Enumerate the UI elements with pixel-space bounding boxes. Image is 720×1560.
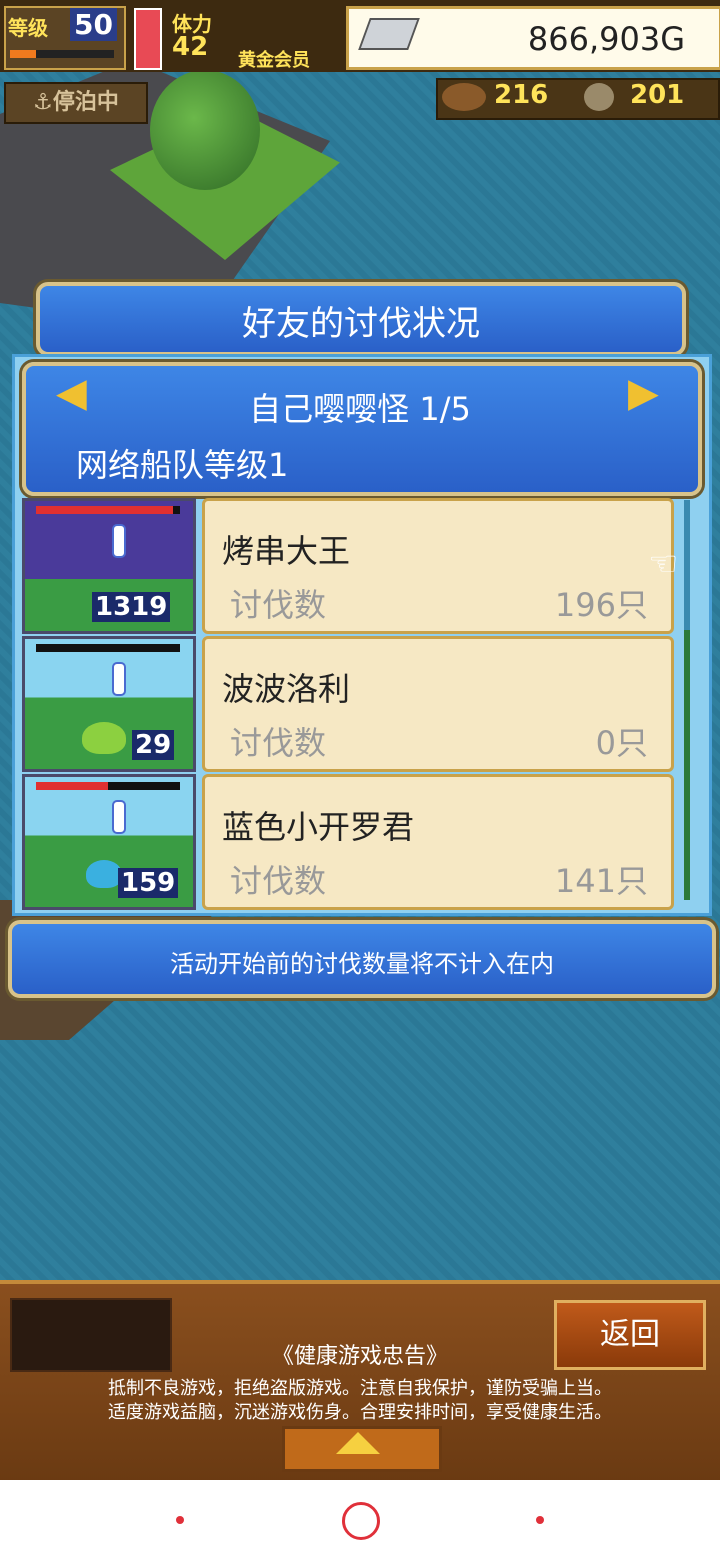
tree: [150, 70, 260, 190]
hp-bar: [36, 644, 180, 652]
friend-name: 烤串大王: [222, 532, 351, 570]
health-notice-line: 抵制不良游戏，拒绝盗版游戏。注意自我保护，谨防受骗上当。: [108, 1378, 612, 1399]
dialog-title: 好友的讨伐状况: [242, 304, 480, 344]
hp-bar-fill: [36, 782, 108, 790]
level-progress-fill: [10, 50, 36, 58]
medal-icon: [584, 83, 614, 111]
slime-sprite: [82, 722, 126, 754]
alert-icon: [112, 662, 126, 696]
scrollbar-thumb[interactable]: [684, 630, 690, 900]
monster-name: 自己嘤嘤怪 1/5: [249, 390, 471, 428]
medal-count: 201: [630, 80, 685, 110]
kill-badge: 159: [118, 868, 179, 898]
dock-status-badge[interactable]: ⚓停泊中: [4, 82, 148, 124]
pointing-hand-icon: ☜: [648, 544, 679, 584]
kill-label: 讨伐数: [230, 862, 327, 900]
kill-badge: 29: [132, 730, 175, 760]
up-arrow-icon: [336, 1432, 380, 1454]
friend-name: 蓝色小开罗君: [222, 808, 415, 846]
nav-menu-button[interactable]: [176, 1516, 184, 1524]
alert-icon: [112, 800, 126, 834]
fleet-level: 网络船队等级1: [76, 446, 289, 484]
kill-count: 0只: [595, 724, 648, 762]
kill-label: 讨伐数: [230, 724, 327, 762]
kill-badge: 1319: [92, 592, 171, 622]
member-badge: 黄金会员: [238, 50, 310, 71]
kill-count: 196只: [554, 586, 648, 624]
hp-bar-fill: [36, 506, 173, 514]
nav-back-button[interactable]: [536, 1516, 544, 1524]
gold-amount: 866,903G: [527, 20, 685, 58]
stamina-value: 42: [172, 32, 209, 62]
level-label: 等级: [8, 16, 48, 40]
prev-arrow-icon[interactable]: ◀: [56, 370, 87, 416]
nav-home-button[interactable]: [342, 1502, 380, 1540]
kill-count: 141只: [554, 862, 648, 900]
stamina-gauge: [134, 8, 162, 70]
note-text: 活动开始前的讨伐数量将不计入在内: [170, 950, 554, 978]
friend-name: 波波洛利: [222, 670, 351, 708]
alert-icon: [112, 524, 126, 558]
kill-label: 讨伐数: [230, 586, 327, 624]
health-notice-title: 《健康游戏忠告》: [271, 1344, 448, 1369]
next-arrow-icon[interactable]: ▶: [628, 370, 659, 416]
blue-monster-sprite: [86, 860, 122, 888]
health-notice-line: 适度游戏益脑，沉迷游戏伤身。合理安排时间，享受健康生活。: [108, 1402, 612, 1423]
wood-icon: [442, 83, 486, 111]
dock-status-label: 停泊中: [52, 90, 119, 115]
wood-count: 216: [494, 80, 549, 110]
level-value: 50: [70, 8, 117, 41]
anchor-icon: ⚓: [33, 90, 53, 115]
